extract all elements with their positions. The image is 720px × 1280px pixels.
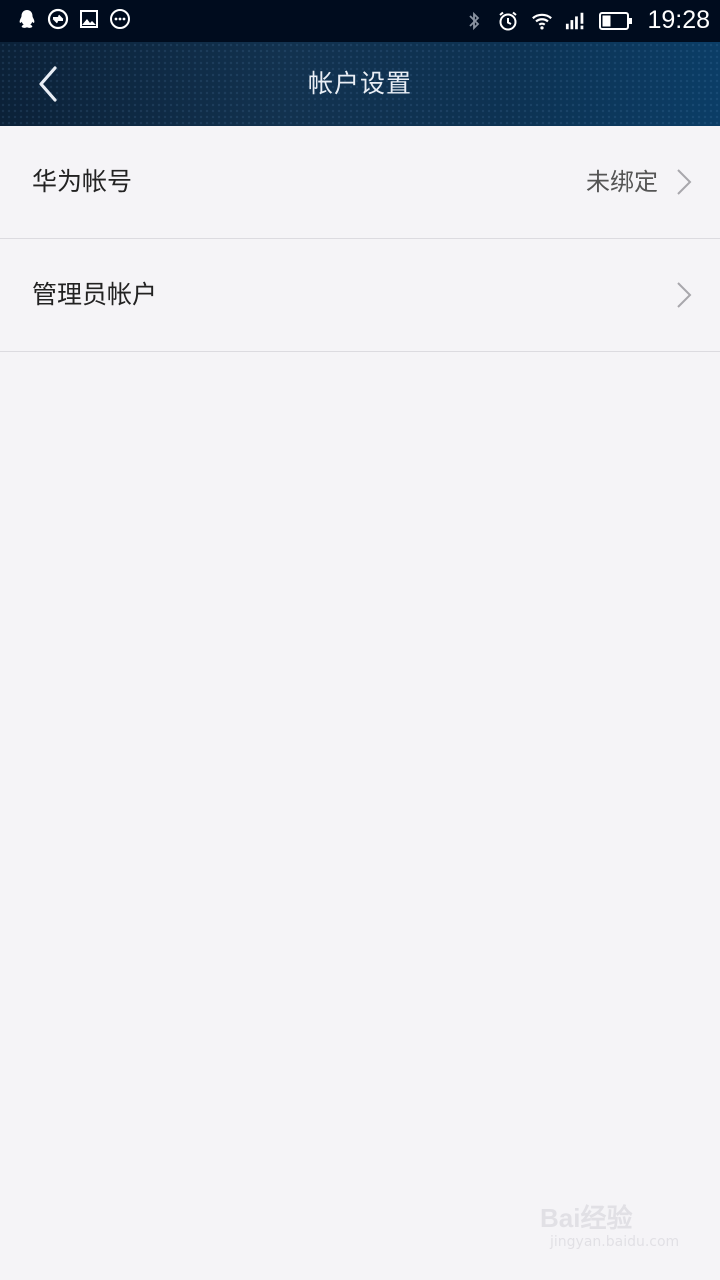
alarm-icon bbox=[499, 11, 518, 30]
chevron-right-icon bbox=[677, 169, 692, 195]
sync-icon bbox=[47, 8, 69, 30]
watermark-logo-text: Bai经验 bbox=[540, 1203, 633, 1233]
list-item-label: 华为帐号 bbox=[32, 167, 133, 196]
battery-icon bbox=[599, 11, 633, 30]
watermark-url: jingyan.baidu.com bbox=[550, 1234, 680, 1250]
list-item-label: 管理员帐户 bbox=[32, 280, 158, 309]
baidu-jingyan-watermark: Bai经验 jingyan.baidu.com bbox=[540, 1192, 680, 1262]
list-item-huawei-account[interactable]: 华为帐号 未绑定 bbox=[0, 126, 720, 239]
qq-icon bbox=[19, 10, 35, 28]
wifi-icon bbox=[532, 13, 553, 30]
chevron-right-icon bbox=[677, 282, 692, 308]
app-header: 帐户设置 bbox=[0, 42, 720, 126]
status-bar-notifications bbox=[16, 8, 131, 30]
bluetooth-icon bbox=[469, 11, 480, 30]
settings-list: 华为帐号 未绑定 管理员帐户 bbox=[0, 126, 720, 352]
status-bar-system: 19:28 bbox=[463, 6, 710, 35]
clock: 19:28 bbox=[647, 6, 710, 34]
more-dots-icon bbox=[110, 9, 130, 29]
signal-icon bbox=[566, 12, 584, 29]
image-icon bbox=[80, 10, 98, 28]
list-item-value: 未绑定 bbox=[586, 168, 658, 196]
account-settings-screen: 19:28 帐户设置 华为帐号 未绑定 管理员帐户 Bai经验 jingyan.… bbox=[0, 0, 720, 1280]
list-item-admin-account[interactable]: 管理员帐户 bbox=[0, 239, 720, 352]
page-title: 帐户设置 bbox=[307, 69, 412, 98]
status-bar: 19:28 bbox=[0, 0, 720, 42]
